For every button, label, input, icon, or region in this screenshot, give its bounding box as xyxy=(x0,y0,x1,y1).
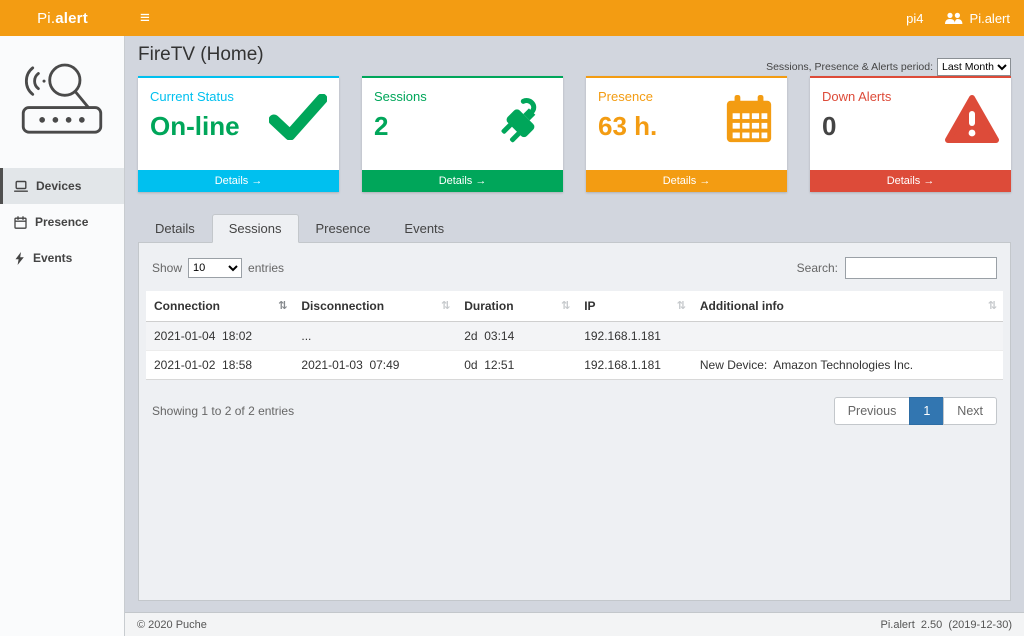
sidebar: Devices Presence Events xyxy=(0,36,125,636)
details-link[interactable]: Details→ xyxy=(138,170,339,192)
table-row: 2021-01-04 18:02 ... 2d 03:14 192.168.1.… xyxy=(146,322,1003,351)
current-status-box: Current Status On-line Details→ xyxy=(138,76,339,192)
presence-calendar-icon xyxy=(14,216,27,229)
sort-icon: ⇅ xyxy=(561,299,570,312)
cell-connection: 2021-01-04 18:02 xyxy=(146,322,293,351)
column-header-additional-info[interactable]: Additional info⇅ xyxy=(692,291,1003,322)
period-selector: Sessions, Presence & Alerts period: Last… xyxy=(766,58,1011,76)
search-label: Search: xyxy=(797,261,838,275)
table-header-row: Connection⇅ Disconnection⇅ Duration⇅ IP⇅… xyxy=(146,291,1003,322)
sort-icon: ⇅ xyxy=(278,299,287,312)
arrow-circle-icon: → xyxy=(475,170,486,192)
users-icon xyxy=(944,12,963,25)
page-1-button[interactable]: 1 xyxy=(909,397,944,425)
content-area: FireTV (Home) Sessions, Presence & Alert… xyxy=(125,36,1024,612)
device-panel: Details Sessions Presence Events Show 10… xyxy=(138,214,1011,601)
cell-disconnection: ... xyxy=(293,322,456,351)
sidebar-toggle-button[interactable]: ≡ xyxy=(125,0,165,36)
menu-icon: ≡ xyxy=(140,8,150,27)
presence-box: Presence 63 h. xyxy=(586,76,787,192)
cell-ip: 192.168.1.181 xyxy=(576,322,692,351)
pialert-logo-image xyxy=(0,36,124,158)
cell-ip: 192.168.1.181 xyxy=(576,351,692,380)
down-alerts-box: Down Alerts 0 Details→ xyxy=(810,76,1011,192)
column-header-ip[interactable]: IP⇅ xyxy=(576,291,692,322)
previous-page-button[interactable]: Previous xyxy=(834,397,911,425)
tab-bar: Details Sessions Presence Events xyxy=(138,214,1011,243)
arrow-circle-icon: → xyxy=(699,170,710,192)
copyright-text: © 2020 Puche xyxy=(137,619,207,631)
sidebar-item-events[interactable]: Events xyxy=(0,240,124,276)
table-controls: Show 10 entries Search: xyxy=(146,251,1003,291)
column-header-duration[interactable]: Duration⇅ xyxy=(456,291,576,322)
sort-icon: ⇅ xyxy=(988,299,997,312)
events-bolt-icon xyxy=(14,252,25,265)
search-input[interactable] xyxy=(845,257,997,279)
top-navbar: Pi.alert ≡ pi4 Pi.alert xyxy=(0,0,1024,36)
column-header-connection[interactable]: Connection⇅ xyxy=(146,291,293,322)
tab-sessions[interactable]: Sessions xyxy=(212,214,299,243)
user-menu[interactable]: Pi.alert xyxy=(944,11,1010,26)
hostname-label: pi4 xyxy=(906,11,923,26)
details-link[interactable]: Details→ xyxy=(810,170,1011,192)
table-info-text: Showing 1 to 2 of 2 entries xyxy=(152,404,294,418)
pi-alert-app: Pi.alert ≡ pi4 Pi.alert xyxy=(0,0,1024,636)
sessions-tab-panel: Show 10 entries Search: Connection⇅ Disc… xyxy=(138,243,1011,601)
cell-duration: 2d 03:14 xyxy=(456,322,576,351)
footer: © 2020 Puche Pi.alert 2.50 (2019-12-30) xyxy=(125,612,1024,636)
period-label: Sessions, Presence & Alerts period: xyxy=(766,61,933,73)
show-label: Show xyxy=(152,261,182,275)
check-icon xyxy=(269,94,327,145)
version-text: Pi.alert 2.50 (2019-12-30) xyxy=(881,619,1012,631)
page-size-select[interactable]: 10 xyxy=(188,258,242,278)
logo-prefix: Pi. xyxy=(37,10,55,27)
sidebar-menu: Devices Presence Events xyxy=(0,168,124,276)
cell-connection: 2021-01-02 18:58 xyxy=(146,351,293,380)
plug-icon xyxy=(497,94,551,153)
tab-events[interactable]: Events xyxy=(387,214,461,242)
sidebar-item-label: Events xyxy=(33,251,72,265)
next-page-button[interactable]: Next xyxy=(943,397,997,425)
devices-icon xyxy=(14,180,28,193)
sidebar-item-label: Devices xyxy=(36,179,81,193)
pagination: Previous 1 Next xyxy=(834,397,997,425)
details-link[interactable]: Details→ xyxy=(362,170,563,192)
sidebar-item-devices[interactable]: Devices xyxy=(0,168,124,204)
arrow-circle-icon: → xyxy=(251,170,262,192)
logo-suffix: alert xyxy=(55,10,88,27)
entries-label: entries xyxy=(248,261,284,275)
sort-icon: ⇅ xyxy=(441,299,450,312)
sessions-box: Sessions 2 xyxy=(362,76,563,192)
arrow-circle-icon: → xyxy=(923,170,934,192)
cell-duration: 0d 12:51 xyxy=(456,351,576,380)
sidebar-item-label: Presence xyxy=(35,215,88,229)
column-header-disconnection[interactable]: Disconnection⇅ xyxy=(293,291,456,322)
sessions-table: Connection⇅ Disconnection⇅ Duration⇅ IP⇅… xyxy=(146,291,1003,380)
table-row: 2021-01-02 18:58 2021-01-03 07:49 0d 12:… xyxy=(146,351,1003,380)
warning-triangle-icon xyxy=(945,94,999,151)
calendar-icon xyxy=(723,94,775,151)
user-menu-label: Pi.alert xyxy=(970,11,1010,26)
tab-details[interactable]: Details xyxy=(138,214,212,242)
info-box-row: Current Status On-line Details→ Sessions… xyxy=(138,76,1011,192)
cell-additional-info xyxy=(692,322,1003,351)
period-select[interactable]: Last Month xyxy=(937,58,1011,76)
navbar-right: pi4 Pi.alert xyxy=(906,11,1024,26)
cell-disconnection: 2021-01-03 07:49 xyxy=(293,351,456,380)
sort-icon: ⇅ xyxy=(677,299,686,312)
cell-additional-info: New Device: Amazon Technologies Inc. xyxy=(692,351,1003,380)
tab-presence[interactable]: Presence xyxy=(299,214,388,242)
table-footer: Showing 1 to 2 of 2 entries Previous 1 N… xyxy=(146,397,1003,425)
sidebar-item-presence[interactable]: Presence xyxy=(0,204,124,240)
details-link[interactable]: Details→ xyxy=(586,170,787,192)
app-logo[interactable]: Pi.alert xyxy=(0,0,125,36)
